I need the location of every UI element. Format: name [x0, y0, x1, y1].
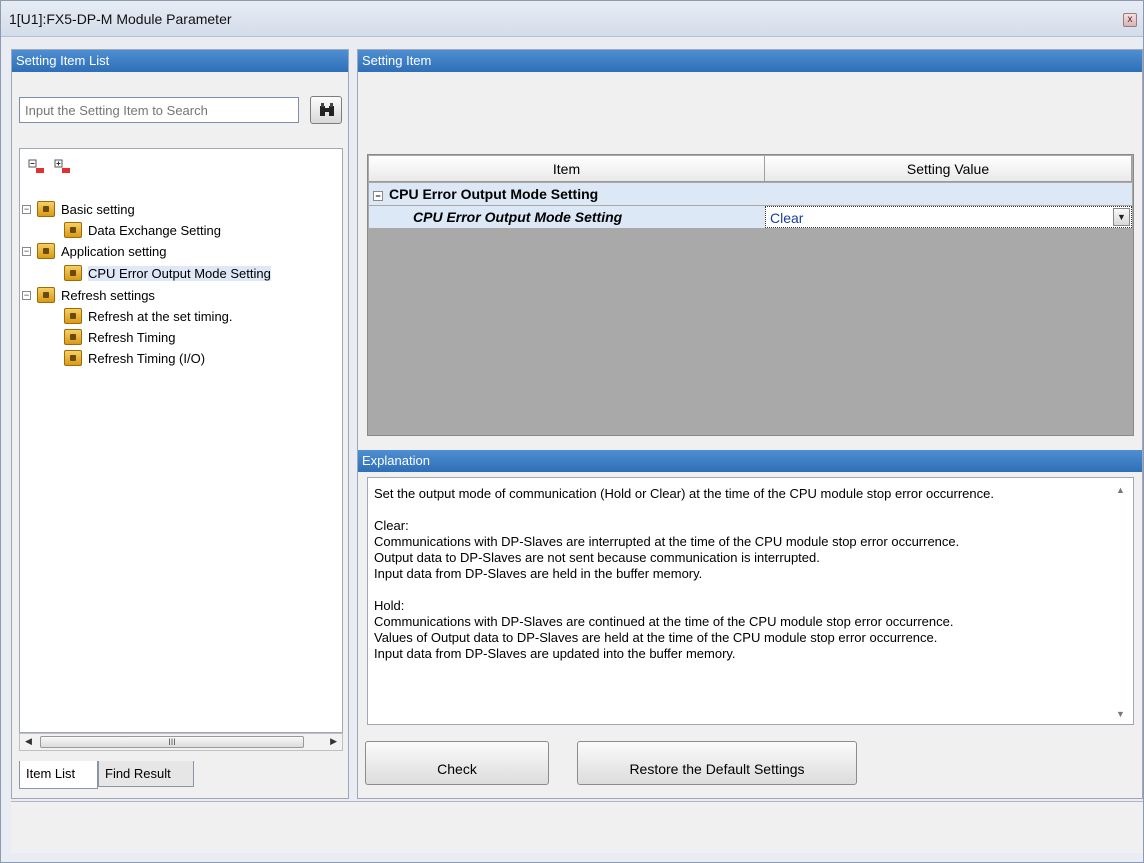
- collapse-icon[interactable]: −: [22, 246, 31, 256]
- tree-item-label: Basic setting: [61, 201, 135, 217]
- explanation-scrollbar[interactable]: ▲ ▼: [1113, 481, 1129, 721]
- group-cell: − CPU Error Output Mode Setting: [369, 183, 765, 205]
- tree-item-refresh-timing[interactable]: Refresh Timing: [64, 327, 175, 347]
- setting-label: CPU Error Output Mode Setting: [413, 209, 623, 225]
- scroll-thumb[interactable]: III: [40, 736, 304, 748]
- parameter-item-icon: [64, 350, 82, 366]
- tree-item-basic-setting[interactable]: − Basic setting: [22, 199, 135, 219]
- parameter-folder-icon: [37, 287, 55, 303]
- explanation-paragraph: Clear: Communications with DP-Slaves are…: [374, 518, 960, 581]
- tree-item-cpu-error-output-mode-setting[interactable]: CPU Error Output Mode Setting: [64, 263, 271, 283]
- status-bar: [11, 801, 1143, 853]
- group-label: CPU Error Output Mode Setting: [389, 186, 599, 202]
- tree-item-label: Refresh Timing (I/O): [88, 350, 206, 366]
- collapse-icon[interactable]: −: [22, 204, 31, 214]
- check-button[interactable]: Check: [365, 741, 549, 785]
- column-header-item: Item: [369, 156, 765, 181]
- explanation-text: Set the output mode of communication (Ho…: [367, 477, 1134, 725]
- parameter-folder-icon: [37, 201, 55, 217]
- tree-item-label: Refresh Timing: [88, 329, 176, 345]
- tree-item-label: CPU Error Output Mode Setting: [88, 265, 271, 281]
- tree-item-label: Application setting: [61, 243, 167, 259]
- expand-all-icon[interactable]: [54, 159, 72, 175]
- module-parameter-window: 1[U1]:FX5-DP-M Module Parameter x Settin…: [0, 0, 1144, 863]
- tab-find-result[interactable]: Find Result: [98, 761, 194, 787]
- explanation-paragraph: Hold: Communications with DP-Slaves are …: [374, 598, 954, 661]
- column-header-setting-value: Setting Value: [765, 156, 1132, 181]
- binoculars-icon: [320, 103, 334, 116]
- close-icon[interactable]: x: [1123, 13, 1137, 27]
- search-button[interactable]: [310, 96, 342, 124]
- tree-item-refresh-timing-io[interactable]: Refresh Timing (I/O): [64, 348, 205, 368]
- chevron-down-icon[interactable]: ▼: [1113, 208, 1130, 226]
- group-value-cell: [765, 183, 1132, 205]
- tree-item-refresh-settings[interactable]: − Refresh settings: [22, 285, 155, 305]
- scroll-right-icon[interactable]: ▶: [330, 736, 337, 747]
- grid-header: Item Setting Value: [369, 156, 1132, 182]
- grid-group-row[interactable]: − CPU Error Output Mode Setting: [369, 183, 1132, 205]
- setting-item-list-header: Setting Item List: [12, 50, 348, 72]
- parameter-item-icon: [64, 329, 82, 345]
- scroll-down-icon[interactable]: ▼: [1116, 709, 1125, 719]
- tree-item-label: Refresh settings: [61, 287, 155, 303]
- parameter-item-icon: [64, 265, 82, 281]
- tree-item-data-exchange-setting[interactable]: Data Exchange Setting: [64, 220, 221, 240]
- window-title: 1[U1]:FX5-DP-M Module Parameter: [9, 11, 232, 27]
- parameter-folder-icon: [37, 243, 55, 259]
- collapse-icon[interactable]: −: [22, 290, 31, 300]
- title-bar: 1[U1]:FX5-DP-M Module Parameter x: [1, 1, 1143, 37]
- tree-item-refresh-at-set-timing[interactable]: Refresh at the set timing.: [64, 306, 233, 326]
- setting-value: Clear: [770, 210, 804, 226]
- explanation-paragraph: Set the output mode of communication (Ho…: [374, 486, 994, 501]
- grid-setting-row[interactable]: CPU Error Output Mode Setting Clear ▼: [369, 206, 1132, 228]
- scroll-left-icon[interactable]: ◀: [25, 736, 32, 747]
- collapse-all-icon[interactable]: [28, 159, 46, 175]
- collapse-icon[interactable]: −: [373, 191, 383, 201]
- setting-item-header: Setting Item: [358, 50, 1142, 72]
- tree-item-label: Refresh at the set timing.: [88, 308, 233, 324]
- restore-default-settings-button[interactable]: Restore the Default Settings: [577, 741, 857, 785]
- tree-item-application-setting[interactable]: − Application setting: [22, 241, 167, 261]
- parameter-item-icon: [64, 308, 82, 324]
- scroll-up-icon[interactable]: ▲: [1116, 485, 1125, 495]
- setting-value-dropdown[interactable]: Clear ▼: [765, 206, 1132, 228]
- search-input[interactable]: [19, 97, 299, 123]
- parameter-item-icon: [64, 222, 82, 238]
- setting-tree: − Basic setting Data Exchange Setting − …: [19, 148, 343, 733]
- horizontal-scrollbar[interactable]: ◀ III ▶: [19, 733, 343, 751]
- explanation-header: Explanation: [358, 450, 1142, 472]
- tab-item-list[interactable]: Item List: [19, 761, 98, 789]
- tree-item-label: Data Exchange Setting: [88, 222, 221, 238]
